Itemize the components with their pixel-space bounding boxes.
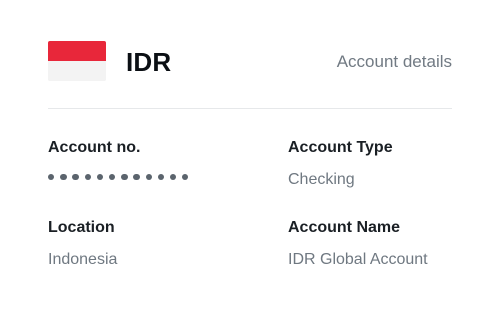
mask-dot [72,174,79,181]
mask-dot [182,174,189,181]
mask-dot [157,174,165,181]
location-value: Indonesia [48,251,118,268]
account-number-field: Account no. [48,138,238,181]
mask-dot [145,174,152,181]
account-card: IDR Account details Account no. Account … [0,0,500,312]
mask-dot [108,174,116,181]
account-type-value: Checking [288,171,355,188]
account-name-value: IDR Global Account [288,251,428,268]
location-field: Location Indonesia [48,218,238,270]
flag-white-stripe [48,61,106,81]
mask-dot [133,174,140,181]
account-number-label: Account no. [48,139,141,156]
account-type-field: Account Type Checking [288,138,478,190]
flag-red-stripe [48,41,106,61]
mask-dot [169,174,177,181]
mask-dot [48,174,55,181]
masked-account-number [48,174,238,181]
mask-dot [60,174,67,181]
currency-code: IDR [126,47,172,77]
account-type-label: Account Type [288,139,393,156]
account-name-field: Account Name IDR Global Account [288,218,478,270]
indonesia-flag-icon [48,41,106,81]
account-details-link[interactable]: Account details [337,52,452,72]
mask-dot [96,174,104,181]
location-label: Location [48,219,115,236]
mask-dot [84,174,91,181]
account-name-label: Account Name [288,219,401,236]
account-header: IDR Account details [48,41,452,82]
mask-dot [121,174,128,181]
header-divider [48,108,452,109]
